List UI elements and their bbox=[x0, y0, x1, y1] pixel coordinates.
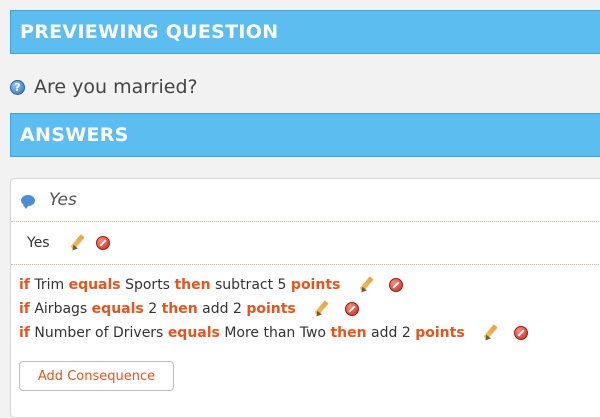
delete-rule-icon[interactable] bbox=[389, 278, 404, 292]
answers-header: ANSWERS bbox=[10, 113, 600, 157]
header-title: PREVIEWING QUESTION bbox=[20, 21, 279, 43]
rule-equals: equals bbox=[91, 301, 144, 317]
rule-then: then bbox=[330, 325, 367, 341]
rule-row: if Airbags equals 2 then add 2 points bbox=[19, 297, 532, 321]
rule-action: add bbox=[371, 325, 398, 341]
rule-field: Trim bbox=[34, 277, 65, 293]
rule-action: subtract bbox=[215, 277, 274, 293]
answer-heading: Yes bbox=[11, 179, 600, 222]
edit-rule-pencil-icon[interactable] bbox=[312, 300, 330, 318]
rule-amount: 2 bbox=[232, 301, 242, 317]
consequence-rules: if Trim equals Sports then subtract 5 po… bbox=[19, 273, 532, 345]
rule-points: points bbox=[415, 325, 465, 341]
rule-equals: equals bbox=[68, 277, 121, 293]
help-icon: ? bbox=[10, 79, 25, 95]
rule-action: add bbox=[202, 301, 229, 317]
edit-rule-pencil-icon[interactable] bbox=[481, 324, 499, 342]
rule-equals: equals bbox=[167, 325, 220, 341]
rule-amount: 2 bbox=[401, 325, 411, 341]
answer-value-row: Yes bbox=[11, 222, 600, 265]
rule-field: Airbags bbox=[34, 301, 88, 317]
rule-amount: 5 bbox=[277, 277, 287, 293]
answer-panel: Yes Yes if Trim equals Sports then subtr… bbox=[10, 178, 600, 418]
question-row: ? Are you married? bbox=[10, 72, 198, 102]
edit-answer-pencil-icon[interactable] bbox=[68, 234, 86, 252]
rule-then: then bbox=[161, 301, 198, 317]
answer-title: Yes bbox=[49, 190, 77, 210]
rule-row: if Number of Drivers equals More than Tw… bbox=[19, 321, 532, 345]
rule-then: then bbox=[174, 277, 211, 293]
question-text: Are you married? bbox=[34, 76, 198, 98]
add-consequence-button[interactable]: Add Consequence bbox=[19, 361, 174, 391]
edit-rule-pencil-icon[interactable] bbox=[357, 276, 375, 294]
delete-rule-icon[interactable] bbox=[513, 326, 528, 340]
rule-if: if bbox=[19, 325, 30, 341]
rule-points: points bbox=[246, 301, 296, 317]
delete-answer-icon[interactable] bbox=[95, 236, 110, 250]
delete-rule-icon[interactable] bbox=[344, 302, 359, 316]
rule-if: if bbox=[19, 277, 30, 293]
previewing-question-header: PREVIEWING QUESTION bbox=[10, 10, 600, 54]
answer-value: Yes bbox=[27, 235, 50, 251]
rule-row: if Trim equals Sports then subtract 5 po… bbox=[19, 273, 532, 297]
answers-title: ANSWERS bbox=[20, 124, 129, 146]
rule-points: points bbox=[290, 277, 341, 293]
rule-value: Sports bbox=[125, 277, 170, 293]
rule-value: More than Two bbox=[224, 325, 326, 341]
rule-field: Number of Drivers bbox=[34, 325, 164, 341]
rule-if: if bbox=[19, 301, 30, 317]
speech-bubble-icon bbox=[21, 194, 35, 209]
rule-value: 2 bbox=[148, 301, 158, 317]
